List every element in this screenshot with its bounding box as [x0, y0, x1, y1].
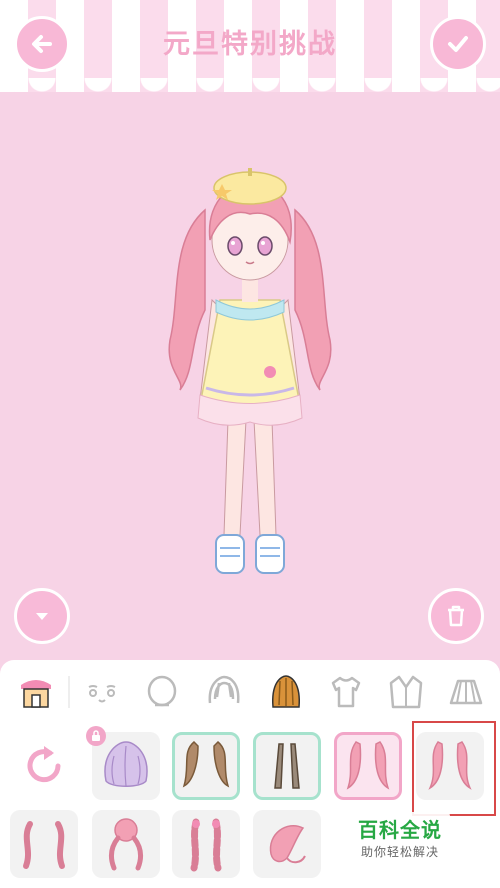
tab-head[interactable] — [140, 670, 184, 714]
tab-jacket[interactable] — [384, 670, 428, 714]
lock-icon — [92, 730, 100, 741]
skirt-icon — [449, 679, 483, 705]
hair-item[interactable] — [172, 732, 240, 800]
hair-thumbnail — [108, 818, 144, 871]
trash-button[interactable] — [428, 588, 484, 644]
hair-item-selected[interactable] — [334, 732, 402, 800]
hair-thumbnail — [190, 818, 222, 872]
head-icon — [147, 675, 177, 707]
watermark-title: 百科全说 — [358, 818, 442, 842]
hair-item[interactable] — [86, 726, 160, 800]
reset-icon — [27, 746, 61, 783]
collapse-button[interactable] — [14, 588, 70, 644]
hair-item[interactable] — [253, 810, 321, 878]
watermark-subtitle: 助你轻松解决 — [360, 845, 439, 859]
back-arrow-icon — [32, 35, 52, 53]
hair-item[interactable] — [10, 810, 78, 878]
tab-divider — [68, 676, 70, 708]
hair-item[interactable] — [253, 732, 321, 800]
trash-icon — [448, 605, 464, 627]
highlight-box — [412, 721, 496, 816]
face-icon — [88, 685, 116, 703]
jacket-icon — [389, 675, 423, 709]
chevron-down-icon — [36, 613, 48, 620]
awning-scallop — [0, 78, 500, 100]
tab-skirt[interactable] — [444, 670, 488, 714]
reset-hair-button[interactable] — [10, 732, 78, 800]
tab-hair-front[interactable] — [202, 670, 246, 714]
hair-thumbnail — [274, 743, 300, 789]
page-title: 元旦特别挑战 — [163, 29, 337, 60]
hair-thumbnail — [269, 825, 306, 864]
doll-character — [168, 168, 332, 574]
hair-item[interactable] — [92, 810, 160, 878]
hair-thumbnail — [346, 741, 390, 790]
tab-top[interactable] — [324, 670, 368, 714]
tab-shop[interactable] — [14, 670, 58, 714]
hair-back-icon — [272, 675, 300, 708]
back-button[interactable] — [14, 16, 70, 72]
hair-thumbnail — [104, 741, 148, 787]
tab-hair-back[interactable] — [264, 670, 308, 714]
watermark: 百科全说 助你轻松解决 — [350, 812, 450, 860]
category-tabbar — [0, 660, 500, 722]
checkmark-icon — [448, 36, 468, 52]
hair-thumbnail — [23, 821, 65, 869]
shirt-icon — [331, 676, 361, 708]
hair-thumbnail — [182, 740, 230, 788]
hair-front-icon — [208, 675, 240, 704]
shop-icon — [21, 680, 51, 708]
hair-item[interactable] — [172, 810, 240, 878]
tab-face[interactable] — [80, 670, 124, 714]
confirm-button[interactable] — [430, 16, 486, 72]
lock-badge — [86, 726, 106, 746]
